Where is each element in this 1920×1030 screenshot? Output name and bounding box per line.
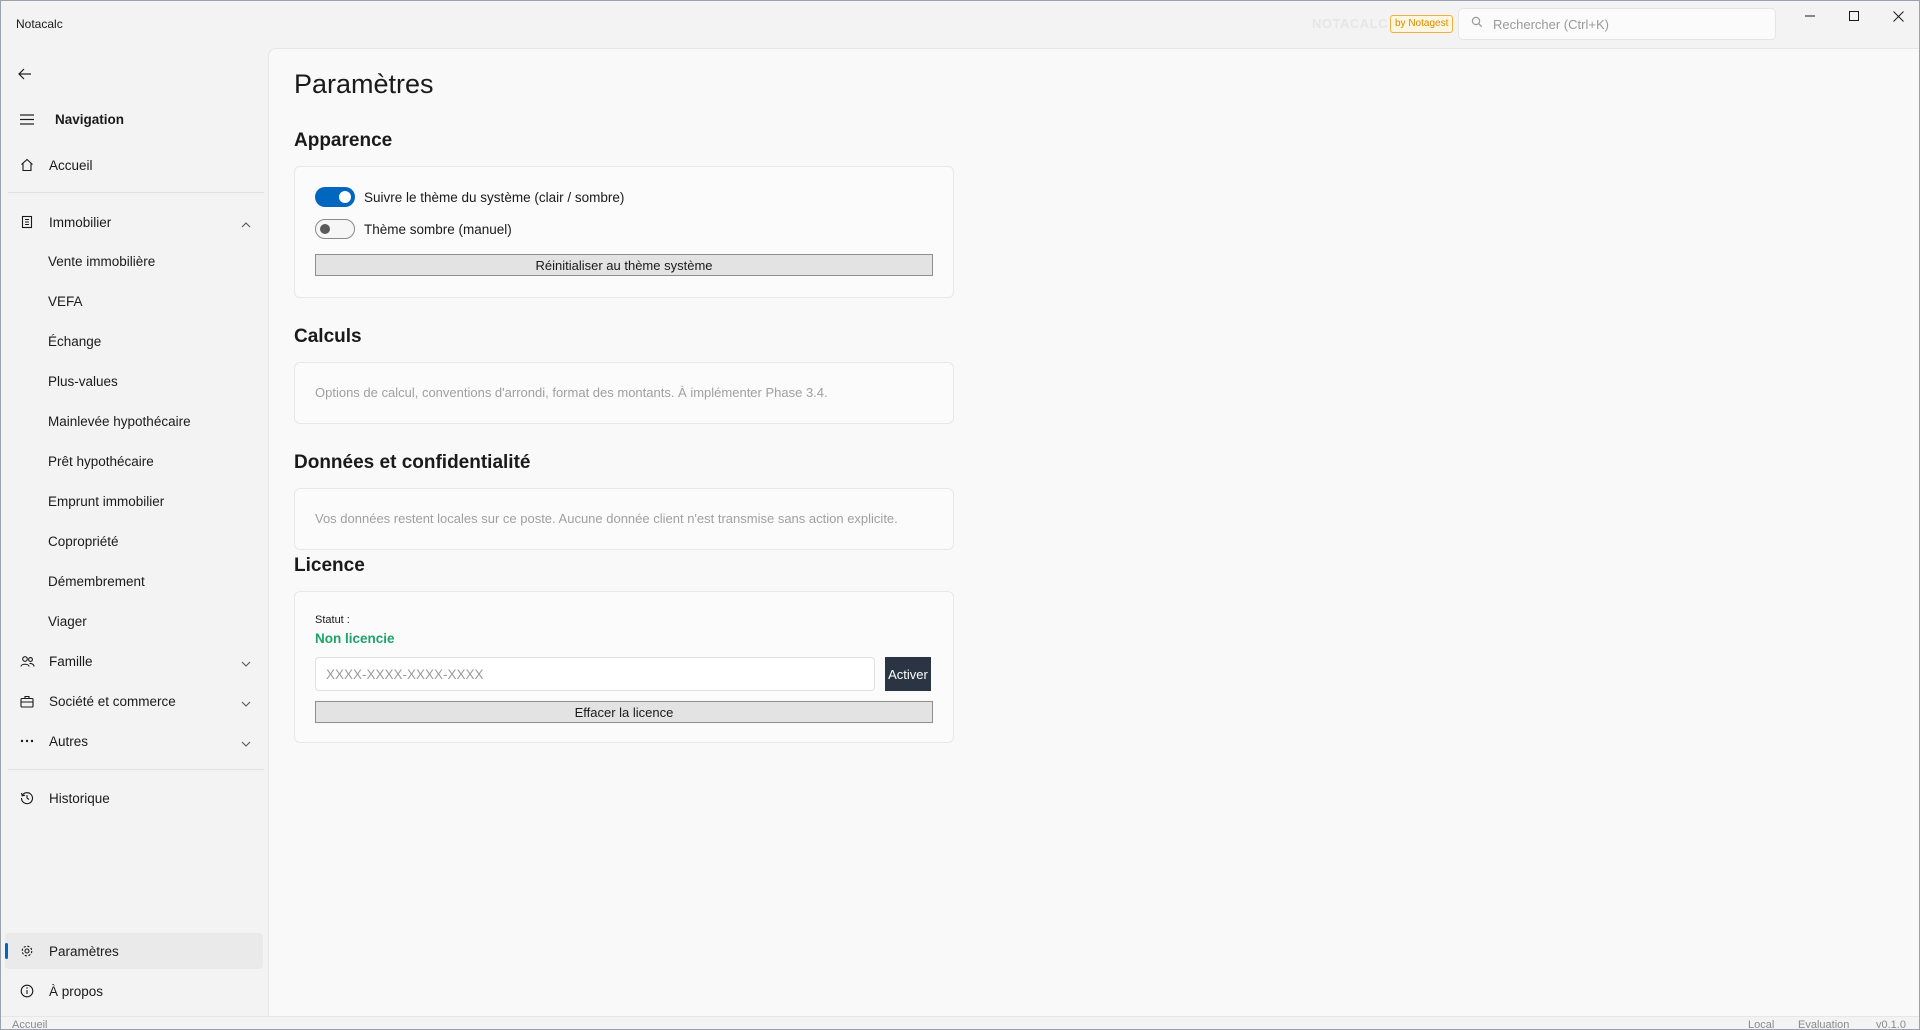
sidebar-subitem-copropriete[interactable]: Copropriété [48,526,119,556]
chevron-down-icon [241,655,251,670]
activate-button[interactable]: Activer [885,657,931,691]
sidebar-item-apropos[interactable]: À propos [5,973,263,1009]
section-title-licence: Licence [294,555,365,576]
status-current-page: Accueil [12,1019,48,1030]
sidebar-item-label: À propos [49,983,104,999]
sidebar-item-label: Accueil [49,157,93,173]
licence-key-input[interactable] [315,657,875,691]
calculs-description: Options de calcul, conventions d'arrondi… [315,385,828,400]
sidebar-subitem-plus-values[interactable]: Plus-values [48,366,118,396]
sidebar-item-label: Paramètres [49,943,119,959]
divider [8,192,264,193]
sidebar-subitem-emprunt[interactable]: Emprunt immobilier [48,486,164,516]
section-title-calculs: Calculs [294,326,362,347]
main-content: Paramètres Apparence Suivre le thème du … [268,48,1920,1016]
sidebar-subitem-viager[interactable]: Viager [48,606,87,636]
sidebar-item-famille[interactable]: Famille [5,643,263,679]
sidebar-item-immobilier[interactable]: Immobilier [5,204,263,240]
licence-status-label: Statut : [315,614,350,626]
card-apparence: Suivre le thème du système (clair / somb… [294,166,954,298]
briefcase-icon [17,695,37,708]
toggle-row-system-theme[interactable]: Suivre le thème du système (clair / somb… [315,187,624,207]
close-button[interactable] [1876,0,1920,32]
toggle-label: Thème sombre (manuel) [364,221,512,237]
donnees-description: Vos données restent locales sur ce poste… [315,511,898,526]
chevron-down-icon [241,735,251,750]
nav-toggle-button[interactable]: Navigation [5,101,263,137]
sidebar-subitem-pret[interactable]: Prêt hypothécaire [48,446,154,476]
minimize-icon [1805,15,1815,17]
sidebar-subitem-echange[interactable]: Échange [48,326,101,356]
maximize-button[interactable] [1832,0,1876,32]
info-icon [17,984,37,998]
back-arrow-icon [17,68,33,80]
divider [8,769,264,770]
maximize-icon [1849,11,1859,21]
people-icon [17,655,37,668]
minimize-button[interactable] [1788,0,1832,32]
sidebar-item-label: Autres [49,733,89,749]
clear-licence-button[interactable]: Effacer la licence [315,701,933,723]
sidebar-item-label: Société et commerce [49,693,176,709]
dark-theme-toggle[interactable] [315,219,355,239]
page-title: Paramètres [294,69,434,99]
status-version: v0.1.0 [1876,1019,1906,1030]
back-button[interactable] [5,56,45,92]
card-donnees: Vos données restent locales sur ce poste… [294,488,954,550]
active-indicator [5,943,8,959]
sidebar-item-accueil[interactable]: Accueil [5,147,263,183]
status-bar: Accueil Local Evaluation v0.1.0 [0,1016,1920,1030]
card-licence: Statut : Non licencie Activer Effacer la… [294,591,954,743]
toggle-label: Suivre le thème du système (clair / somb… [364,189,625,205]
sidebar-item-label: Immobilier [49,214,112,230]
sidebar-subitem-vente[interactable]: Vente immobilière [48,246,155,276]
nav-header: Navigation [55,111,125,127]
sidebar-subitem-demembrement[interactable]: Démembrement [48,566,145,596]
status-license: Evaluation [1798,1019,1850,1030]
card-calculs: Options de calcul, conventions d'arrondi… [294,362,954,424]
sidebar-item-label: Historique [49,790,110,806]
chevron-up-icon [241,216,251,231]
section-title-donnees: Données et confidentialité [294,452,531,473]
sidebar-item-parametres[interactable]: Paramètres [5,933,263,969]
brand-badge: by Notagest [1390,15,1454,33]
window-controls [1788,0,1920,32]
toggle-row-dark-theme[interactable]: Thème sombre (manuel) [315,219,512,239]
history-icon [17,791,37,805]
search-icon [1471,15,1483,33]
brand-logo: NOTACALC [1312,16,1388,31]
section-title-apparence: Apparence [294,130,393,151]
hamburger-icon [17,113,37,125]
sidebar-item-societe[interactable]: Société et commerce [5,683,263,719]
sidebar-subitem-vefa[interactable]: VEFA [48,286,83,316]
sidebar-item-historique[interactable]: Historique [5,780,263,816]
building-icon [17,215,37,229]
system-theme-toggle[interactable] [315,187,355,207]
search-box[interactable] [1458,8,1776,40]
status-mode: Local [1748,1019,1775,1030]
sidebar-item-label: Famille [49,653,93,669]
sidebar-item-autres[interactable]: Autres [5,723,263,759]
licence-status-value: Non licencie [315,631,395,646]
sidebar-subitem-mainlevee[interactable]: Mainlevée hypothécaire [48,406,191,436]
app-title: Notacalc [16,17,63,31]
home-icon [17,158,37,172]
search-input[interactable] [1493,16,1763,32]
chevron-down-icon [241,695,251,710]
close-icon [1892,10,1904,22]
sidebar: Navigation Accueil Immobilier Vente immo… [0,48,268,1016]
gear-icon [17,944,37,958]
reset-theme-button[interactable]: Réinitialiser au thème système [315,254,933,276]
title-bar: Notacalc NOTACALC by Notagest [0,0,1920,48]
more-dots-icon [17,739,37,743]
